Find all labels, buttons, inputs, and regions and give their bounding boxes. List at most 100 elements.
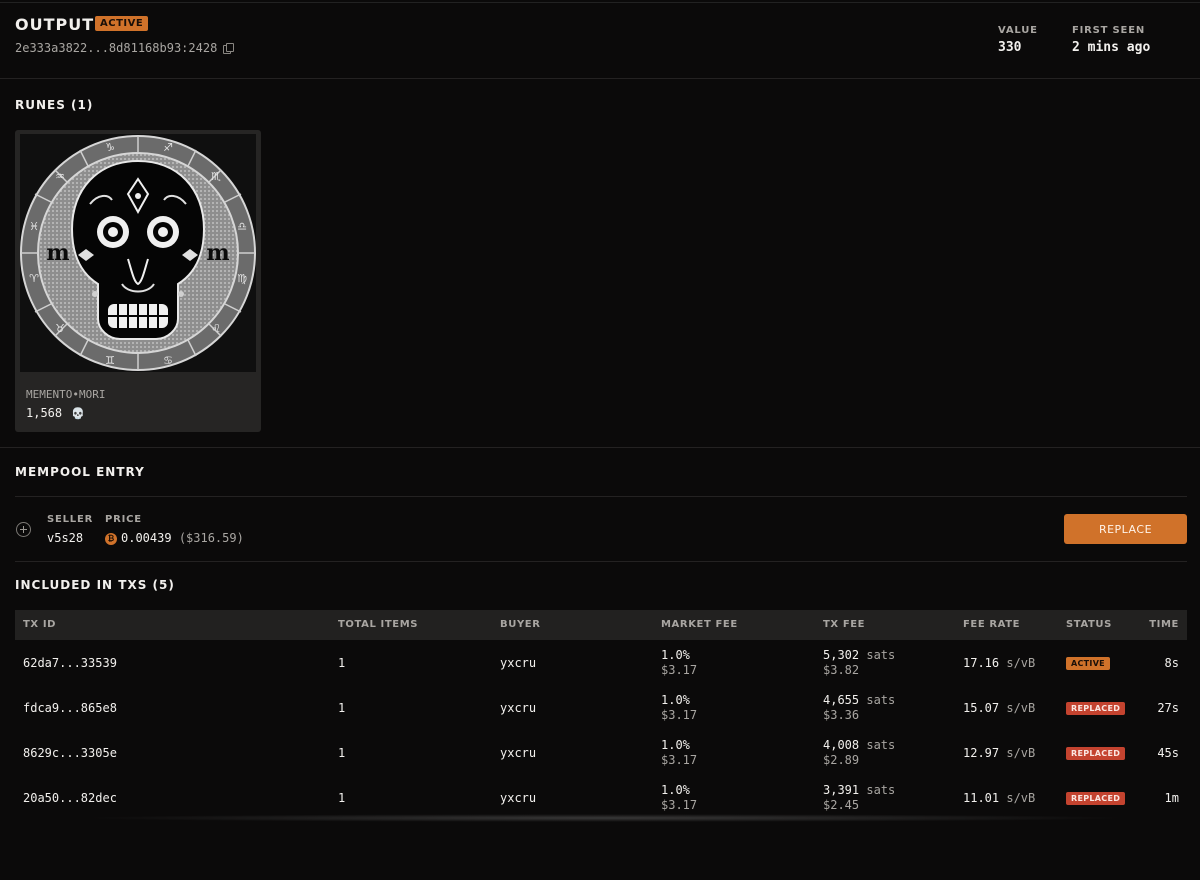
tx-id[interactable]: 20a50...82dec: [23, 791, 117, 805]
tx-id[interactable]: 8629c...3305e: [23, 746, 117, 760]
tx-fee-sats: 3,391: [823, 783, 860, 797]
status-badge: ACTIVE: [95, 16, 149, 31]
svg-text:♏: ♏: [211, 170, 221, 183]
rune-name: MEMENTO•MORI: [26, 388, 106, 401]
svg-text:♒: ♒: [55, 170, 65, 183]
seller-value[interactable]: v5s28: [47, 531, 83, 545]
divider: [15, 496, 1187, 497]
market-fee-pct: 1.0%: [661, 648, 690, 662]
time: 45s: [1157, 746, 1179, 760]
column-header-buyer: BUYER: [500, 619, 541, 630]
column-header-fee-rate: FEE RATE: [963, 619, 1021, 630]
output-address-text: 2e333a3822...8d81168b93:2428: [15, 41, 218, 55]
status-cell: REPLACED: [1066, 790, 1126, 805]
fee-rate-unit: s/vB: [1006, 791, 1036, 805]
tx-fee: 4,655 sats: [823, 693, 895, 707]
price-usd: ($316.59): [178, 531, 244, 545]
tx-fee: 4,008 sats: [823, 738, 895, 752]
skull-icon: 💀: [71, 407, 86, 420]
time: 1m: [1164, 791, 1179, 805]
tx-fee-usd: $2.89: [823, 753, 860, 767]
fee-rate: 17.16 s/vB: [963, 656, 1035, 670]
svg-text:♍: ♍: [237, 272, 247, 285]
column-header-tx-id: TX ID: [23, 619, 57, 630]
column-header-time: TIME: [1149, 619, 1179, 630]
tx-fee-unit: sats: [866, 783, 896, 797]
total-items: 1: [338, 656, 346, 670]
replace-button[interactable]: REPLACE: [1064, 514, 1187, 544]
svg-text:♌: ♌: [211, 322, 221, 335]
svg-text:♋: ♋: [163, 354, 173, 367]
fee-rate: 15.07 s/vB: [963, 701, 1035, 715]
fee-rate-value: 15.07: [963, 701, 1000, 715]
buyer[interactable]: yxcru: [500, 746, 536, 760]
bitcoin-icon: ₿: [105, 533, 117, 545]
copy-icon[interactable]: [223, 43, 235, 54]
value-amount: 330: [998, 40, 1022, 55]
tx-fee-unit: sats: [866, 693, 896, 707]
fee-rate-value: 11.01: [963, 791, 1000, 805]
svg-text:♉: ♉: [55, 322, 65, 335]
first-seen-value: 2 mins ago: [1072, 40, 1151, 55]
value-label: VALUE: [998, 25, 1038, 36]
svg-text:♑: ♑: [105, 141, 115, 154]
buyer[interactable]: yxcru: [500, 656, 536, 670]
status-badge: REPLACED: [1066, 747, 1126, 760]
fee-rate-unit: s/vB: [1006, 701, 1036, 715]
table-row[interactable]: fdca9...865e8 1 yxcru 1.0% $3.17 4,655 s…: [15, 685, 1187, 730]
rune-card[interactable]: ♑ ♐ ♏ ♎ ♍ ♌ ♋ ♊ ♉ ♈ ♓ ♒ m m MEMENTO•MORI…: [15, 130, 261, 432]
svg-text:m: m: [46, 240, 69, 266]
table-row[interactable]: 8629c...3305e 1 yxcru 1.0% $3.17 4,008 s…: [15, 730, 1187, 775]
column-header-total-items: TOTAL ITEMS: [338, 619, 419, 630]
txs-title: INCLUDED IN TXS (5): [15, 578, 175, 592]
tx-fee-unit: sats: [866, 648, 896, 662]
fee-rate-unit: s/vB: [1006, 746, 1036, 760]
status-badge: ACTIVE: [1066, 657, 1110, 670]
buyer[interactable]: yxcru: [500, 791, 536, 805]
svg-text:♎: ♎: [237, 220, 247, 233]
output-address[interactable]: 2e333a3822...8d81168b93:2428: [15, 41, 235, 55]
status-cell: REPLACED: [1066, 700, 1126, 715]
svg-text:♊: ♊: [105, 354, 115, 367]
rune-amount-value: 1,568: [26, 406, 63, 420]
tx-fee: 3,391 sats: [823, 783, 895, 797]
tx-id[interactable]: fdca9...865e8: [23, 701, 117, 715]
runes-title: RUNES (1): [15, 98, 94, 112]
market-fee-usd: $3.17: [661, 663, 698, 677]
tx-fee-sats: 4,655: [823, 693, 860, 707]
market-fee-pct: 1.0%: [661, 693, 690, 707]
price-value: ₿ 0.00439 ($316.59): [105, 531, 244, 545]
market-fee-pct: 1.0%: [661, 738, 690, 752]
column-header-market-fee: MARKET FEE: [661, 619, 738, 630]
plus-circle-icon[interactable]: [16, 522, 31, 537]
total-items: 1: [338, 746, 346, 760]
status-cell: ACTIVE: [1066, 655, 1110, 670]
table-row[interactable]: 62da7...33539 1 yxcru 1.0% $3.17 5,302 s…: [15, 640, 1187, 685]
fee-rate: 12.97 s/vB: [963, 746, 1035, 760]
status-cell: REPLACED: [1066, 745, 1126, 760]
output-header: OUTPUT ACTIVE 2e333a3822...8d81168b93:24…: [0, 0, 1200, 79]
total-items: 1: [338, 701, 346, 715]
status-badge: REPLACED: [1066, 702, 1126, 715]
column-header-status: STATUS: [1066, 619, 1112, 630]
svg-text:♈: ♈: [29, 272, 39, 285]
scroll-fade: [80, 814, 1130, 822]
market-fee-usd: $3.17: [661, 798, 698, 812]
market-fee-usd: $3.17: [661, 708, 698, 722]
seller-label: SELLER: [47, 514, 94, 525]
first-seen-label: FIRST SEEN: [1072, 25, 1145, 36]
tx-fee-usd: $3.36: [823, 708, 860, 722]
column-header-tx-fee: TX FEE: [823, 619, 866, 630]
tx-id[interactable]: 62da7...33539: [23, 656, 117, 670]
fee-rate-value: 12.97: [963, 746, 1000, 760]
price-btc: 0.00439: [121, 531, 172, 545]
mempool-title: MEMPOOL ENTRY: [15, 465, 145, 479]
fee-rate: 11.01 s/vB: [963, 791, 1035, 805]
market-fee-pct: 1.0%: [661, 783, 690, 797]
skull-icon: ♑ ♐ ♏ ♎ ♍ ♌ ♋ ♊ ♉ ♈ ♓ ♒ m m: [20, 135, 256, 371]
tx-fee-usd: $3.82: [823, 663, 860, 677]
rune-amount: 1,568 💀: [26, 406, 85, 420]
buyer[interactable]: yxcru: [500, 701, 536, 715]
divider: [15, 561, 1187, 562]
tx-fee-sats: 5,302: [823, 648, 860, 662]
